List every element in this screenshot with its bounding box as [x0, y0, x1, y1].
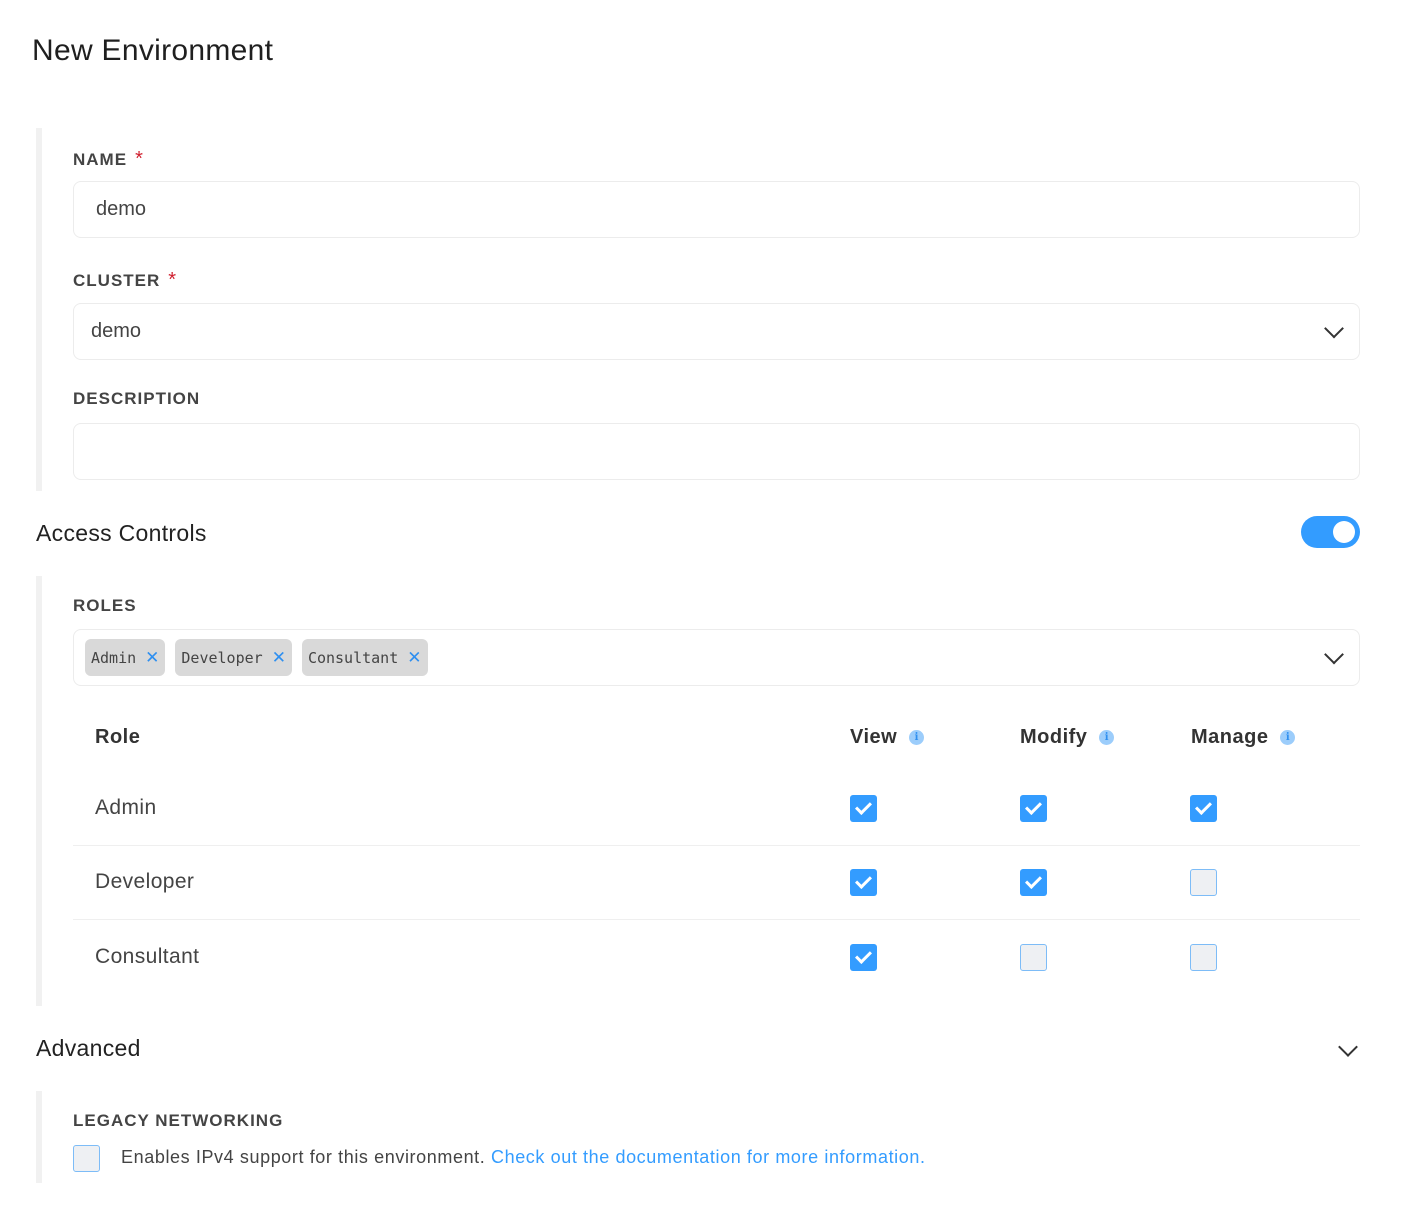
view-checkbox[interactable]	[850, 869, 877, 896]
legacy-networking-description: Enables IPv4 support for this environmen…	[121, 1147, 926, 1168]
header-manage: Manage i	[1191, 726, 1296, 749]
row-divider	[73, 919, 1360, 920]
roles-multiselect[interactable]: Admin ✕ Developer ✕ Consultant ✕	[73, 629, 1360, 686]
info-icon[interactable]: i	[909, 730, 925, 745]
name-label-text: NAME	[73, 150, 128, 169]
remove-icon[interactable]: ✕	[407, 648, 421, 668]
name-input[interactable]: demo	[73, 181, 1360, 238]
cluster-select-value: demo	[91, 320, 142, 342]
role-chip-label: Admin	[91, 648, 137, 667]
row-role-label: Developer	[95, 870, 195, 893]
description-label: DESCRIPTION	[73, 389, 200, 409]
role-chip: Consultant ✕	[301, 639, 428, 676]
row-role-label: Admin	[95, 796, 157, 819]
modify-checkbox[interactable]	[1020, 944, 1047, 971]
documentation-link[interactable]: Check out the documentation for more inf…	[491, 1147, 926, 1167]
legacy-networking-checkbox[interactable]	[73, 1145, 100, 1172]
role-chip: Admin ✕	[85, 639, 166, 676]
name-label: NAME *	[73, 148, 144, 171]
role-chip: Developer ✕	[175, 639, 292, 676]
remove-icon[interactable]: ✕	[145, 648, 159, 668]
roles-label: ROLES	[73, 596, 137, 615]
row-divider	[73, 845, 1360, 846]
access-controls-title: Access Controls	[36, 520, 207, 546]
manage-checkbox[interactable]	[1190, 869, 1217, 896]
manage-checkbox[interactable]	[1190, 944, 1217, 971]
chevron-down-icon[interactable]	[1324, 318, 1344, 338]
toggle-knob	[1333, 521, 1355, 543]
advanced-title: Advanced	[36, 1035, 141, 1061]
header-role: Role	[95, 726, 140, 749]
required-asterisk: *	[168, 269, 178, 291]
cluster-select[interactable]: demo	[73, 303, 1360, 360]
required-asterisk: *	[135, 148, 144, 170]
header-modify: Modify i	[1020, 726, 1115, 749]
remove-icon[interactable]: ✕	[272, 648, 286, 668]
modify-checkbox[interactable]	[1020, 795, 1047, 822]
general-group-bar	[36, 128, 42, 491]
header-manage-text: Manage	[1191, 726, 1269, 748]
roles-chips: Admin ✕ Developer ✕ Consultant ✕	[85, 630, 428, 685]
advanced-group-bar	[36, 1091, 42, 1183]
header-role-text: Role	[95, 726, 141, 748]
description-input[interactable]	[73, 423, 1360, 480]
view-checkbox[interactable]	[850, 944, 877, 971]
cluster-label-text: CLUSTER	[73, 271, 161, 290]
role-chip-label: Consultant	[307, 648, 399, 667]
row-role-label: Consultant	[95, 945, 200, 968]
info-icon[interactable]: i	[1099, 730, 1115, 745]
access-group-bar	[36, 576, 42, 1006]
access-controls-toggle[interactable]	[1301, 516, 1360, 548]
modify-checkbox[interactable]	[1020, 869, 1047, 896]
header-view-text: View	[850, 726, 898, 748]
header-modify-text: Modify	[1020, 726, 1088, 748]
chevron-down-icon[interactable]	[1324, 644, 1344, 664]
page-title: New Environment	[32, 34, 274, 67]
view-checkbox[interactable]	[850, 795, 877, 822]
chevron-down-icon[interactable]	[1338, 1037, 1358, 1057]
cluster-label: CLUSTER *	[73, 269, 177, 292]
role-chip-label: Developer	[181, 648, 263, 667]
legacy-description-text: Enables IPv4 support for this environmen…	[121, 1147, 491, 1167]
legacy-networking-label: LEGACY NETWORKING	[73, 1111, 284, 1130]
name-input-value: demo	[96, 198, 147, 220]
info-icon[interactable]: i	[1280, 730, 1296, 745]
description-label-text: DESCRIPTION	[73, 389, 201, 408]
manage-checkbox[interactable]	[1190, 795, 1217, 822]
header-view: View i	[850, 726, 925, 749]
